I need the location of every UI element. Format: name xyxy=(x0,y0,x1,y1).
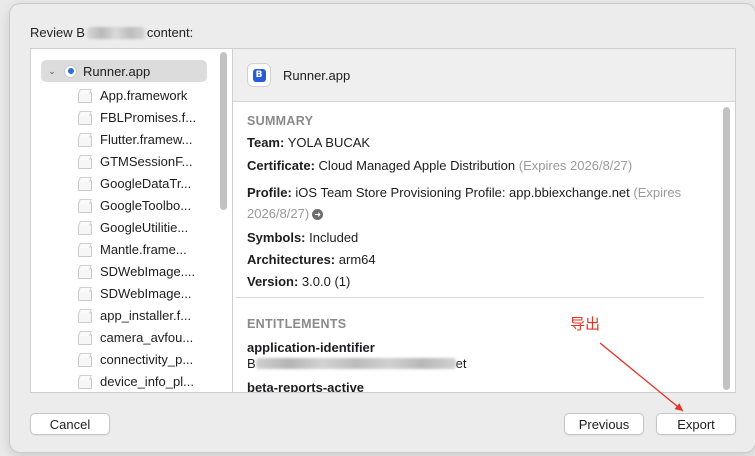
export-button[interactable]: Export xyxy=(656,413,736,435)
detail-header: B Runner.app xyxy=(233,49,735,102)
entitlements-section: ENTITLEMENTS application-identifier Bet … xyxy=(247,317,712,393)
tree-item[interactable]: app_installer.f... xyxy=(31,304,231,326)
entitlement-key: application-identifier xyxy=(247,341,712,355)
tree-item[interactable]: FBLPromises.f... xyxy=(31,106,231,128)
tree-item[interactable]: App.framework xyxy=(31,84,231,106)
architectures-row: Architectures: arm64 xyxy=(247,253,712,267)
arrow-right-circle-icon[interactable]: ➜ xyxy=(312,209,324,220)
redacted-value xyxy=(255,358,456,369)
framework-box-icon xyxy=(77,309,92,323)
framework-box-icon xyxy=(77,243,92,257)
framework-box-icon xyxy=(77,287,92,301)
detail-pane: B Runner.app SUMMARY Team: YOLA BUCAK Ce… xyxy=(232,48,736,393)
entitlements-title: ENTITLEMENTS xyxy=(247,317,347,331)
profile-row: Profile: iOS Team Store Provisioning Pro… xyxy=(247,182,712,224)
tree-item-label: app_installer.f... xyxy=(100,307,192,323)
framework-box-icon xyxy=(77,89,92,103)
tree-scrollbar[interactable] xyxy=(220,52,227,210)
tree-item-label: GoogleDataTr... xyxy=(100,175,192,191)
tree-item[interactable]: SDWebImage... xyxy=(31,282,231,304)
entitlement-key: beta-reports-active xyxy=(247,381,712,393)
detail-title: Runner.app xyxy=(283,67,351,83)
tree-item-label: Mantle.frame... xyxy=(100,241,187,257)
header-suffix: content: xyxy=(146,25,194,40)
tree-item-label: device_info_pl... xyxy=(100,373,194,389)
tree-item-label: camera_avfou... xyxy=(100,329,194,345)
summary-section: SUMMARY Team: YOLA BUCAK Certificate: Cl… xyxy=(247,114,712,289)
tree-item-label: App.framework xyxy=(100,87,188,103)
detail-scrollbar[interactable] xyxy=(723,107,730,390)
tree-root-runner-app[interactable]: ⌄ Runner.app xyxy=(41,60,207,82)
certificate-expiry: (Expires 2026/8/27) xyxy=(518,158,633,173)
tree-item[interactable]: Mantle.frame... xyxy=(31,238,231,260)
entitlement-value-suffix: et xyxy=(455,356,467,371)
tree-item[interactable]: SDWebImage.... xyxy=(31,260,231,282)
tree-root-label: Runner.app xyxy=(83,63,151,79)
app-icon: B xyxy=(247,63,271,87)
previous-button[interactable]: Previous xyxy=(564,413,644,435)
tree-item[interactable]: device_info_pl... xyxy=(31,370,231,392)
symbols-value: Included xyxy=(309,230,359,245)
app-icon xyxy=(64,64,77,78)
content-tree: ⌄ Runner.app App.framework FBLPromises.f… xyxy=(30,48,232,393)
team-value: YOLA BUCAK xyxy=(287,135,371,150)
tree-item-label: connectivity_p... xyxy=(100,351,194,367)
entitlement-key-label: application-identifier xyxy=(247,340,375,355)
entitlement-key-label: beta-reports-active xyxy=(247,380,365,393)
tree-item-label: SDWebImage.... xyxy=(100,263,196,279)
tree-item[interactable]: connectivity_p... xyxy=(31,348,231,370)
profile-expiry: (Expires xyxy=(633,185,682,200)
framework-box-icon xyxy=(77,265,92,279)
tree-item-label: FBLPromises.f... xyxy=(100,109,197,125)
team-label: Team: xyxy=(247,135,285,150)
framework-box-icon xyxy=(77,375,92,389)
framework-box-icon xyxy=(77,155,92,169)
review-dialog: Review B content: ⌄ Runner.app App.frame… xyxy=(10,4,755,452)
framework-box-icon xyxy=(77,199,92,213)
tree-item[interactable]: GoogleUtilitie... xyxy=(31,216,231,238)
profile-expiry-date: 2026/8/27) xyxy=(247,206,310,221)
tree-item-label: GTMSessionF... xyxy=(100,153,193,169)
framework-box-icon xyxy=(77,353,92,367)
framework-box-icon xyxy=(77,221,92,235)
version-row: Version: 3.0.0 (1) xyxy=(247,275,712,289)
dialog-header: Review B content: xyxy=(30,25,193,40)
tree-item-label: SDWebImage... xyxy=(100,285,192,301)
architectures-label: Architectures: xyxy=(247,252,336,267)
tree-item[interactable]: GTMSessionF... xyxy=(31,150,231,172)
framework-box-icon xyxy=(77,177,92,191)
certificate-row: Certificate: Cloud Managed Apple Distrib… xyxy=(247,159,712,173)
cancel-button[interactable]: Cancel xyxy=(30,413,110,435)
team-row: Team: YOLA BUCAK xyxy=(247,136,712,150)
annotation-label: 导出 xyxy=(570,315,601,333)
profile-value: iOS Team Store Provisioning Profile: app… xyxy=(295,185,630,200)
section-divider xyxy=(236,297,704,298)
entitlement-value: Bet xyxy=(247,357,712,371)
redacted-name xyxy=(86,26,145,39)
tree-item-label: GoogleToolbo... xyxy=(100,197,192,213)
certificate-value: Cloud Managed Apple Distribution xyxy=(318,158,516,173)
version-label: Version: xyxy=(247,274,299,289)
chevron-down-icon[interactable]: ⌄ xyxy=(44,66,60,77)
version-value: 3.0.0 (1) xyxy=(301,274,351,289)
symbols-row: Symbols: Included xyxy=(247,231,712,245)
tree-item-label: Flutter.framew... xyxy=(100,131,193,147)
tree-item[interactable]: GoogleToolbo... xyxy=(31,194,231,216)
profile-label: Profile: xyxy=(247,185,292,200)
header-prefix: Review B xyxy=(30,25,85,40)
symbols-label: Symbols: xyxy=(247,230,306,245)
architectures-value: arm64 xyxy=(338,252,376,267)
framework-box-icon xyxy=(77,111,92,125)
entitlement-value-prefix: B xyxy=(247,356,256,371)
tree-list: App.framework FBLPromises.f... Flutter.f… xyxy=(31,84,231,392)
framework-box-icon xyxy=(77,133,92,147)
certificate-label: Certificate: xyxy=(247,158,315,173)
tree-item-label: GoogleUtilitie... xyxy=(100,219,189,235)
tree-item[interactable]: camera_avfou... xyxy=(31,326,231,348)
tree-item[interactable]: Flutter.framew... xyxy=(31,128,231,150)
tree-item[interactable]: GoogleDataTr... xyxy=(31,172,231,194)
summary-title: SUMMARY xyxy=(247,114,314,128)
framework-box-icon xyxy=(77,331,92,345)
